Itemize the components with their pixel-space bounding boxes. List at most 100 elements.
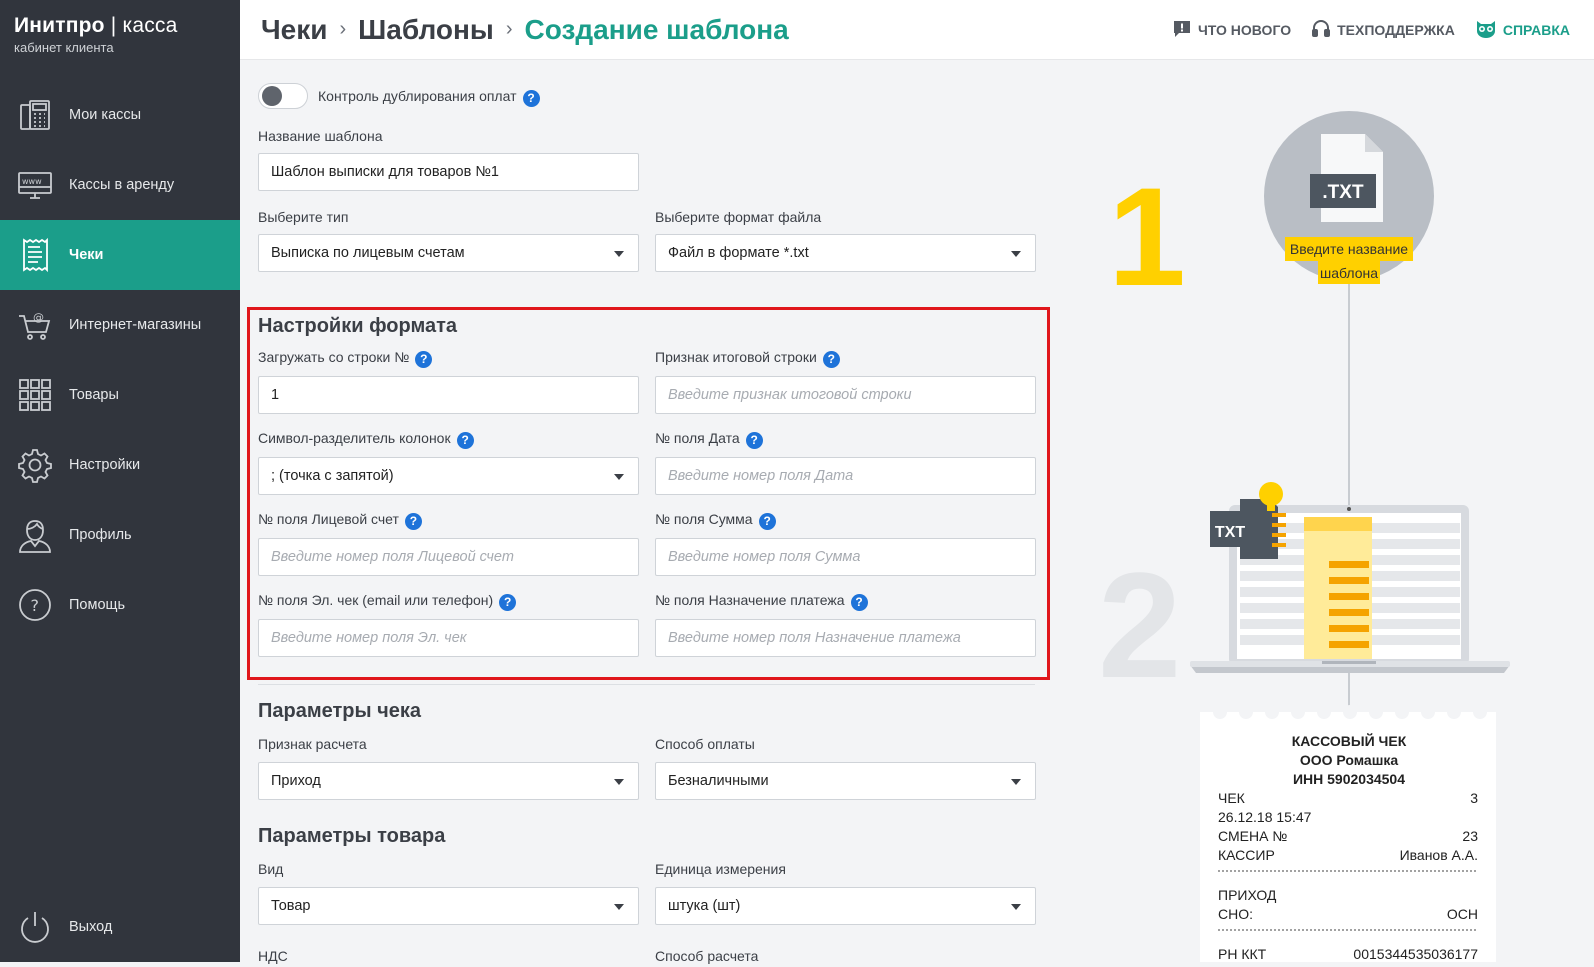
- receipt-org: ООО Ромашка: [1300, 752, 1399, 768]
- receipt-rn-label: РН ККТ: [1218, 946, 1267, 962]
- sidebar-item-label: Интернет-магазины: [69, 317, 202, 333]
- help-icon[interactable]: ?: [415, 351, 433, 368]
- separator-select-value: ; (точка с запятой): [271, 468, 394, 484]
- receipt-row-label: СМЕНА №: [1218, 828, 1287, 844]
- gear-icon: [17, 447, 53, 483]
- account-field-label: № поля Лицевой счет?: [258, 511, 422, 530]
- sum-field-input[interactable]: Введите номер поля Сумма: [655, 538, 1036, 576]
- calc-sign-select-value: Приход: [271, 773, 321, 789]
- help-icon[interactable]: ?: [758, 513, 776, 530]
- help-icon[interactable]: ?: [456, 432, 474, 449]
- owl-icon: [1475, 19, 1497, 42]
- help-label: СПРАВКА: [1502, 22, 1570, 38]
- file-format-select[interactable]: Файл в формате *.txt: [655, 234, 1036, 272]
- type-select-value: Выписка по лицевым счетам: [271, 245, 465, 261]
- support-label: ТЕХПОДДЕРЖКА: [1337, 22, 1455, 38]
- breadcrumb-separator: ›: [339, 18, 347, 40]
- type-select[interactable]: Выписка по лицевым счетам: [258, 234, 639, 272]
- receipt-sno-value: ОСН: [1447, 906, 1478, 922]
- sidebar-item-checks[interactable]: Чеки: [0, 220, 240, 290]
- unit-select[interactable]: штука (шт): [655, 887, 1036, 925]
- chat-alert-icon: [1172, 19, 1192, 42]
- sidebar-nav: Мои кассы www Кассы в аренду Чеки @ Инте…: [0, 80, 240, 640]
- purpose-field-input[interactable]: Введите номер поля Назначение платежа: [655, 619, 1036, 657]
- purpose-field-text: № поля Назначение платежа: [655, 592, 845, 608]
- start-row-label: Загружать со строки №?: [258, 349, 433, 368]
- account-field-input[interactable]: Введите номер поля Лицевой счет: [258, 538, 639, 576]
- receipt-row-value: 3: [1470, 790, 1478, 806]
- check-params-title: Параметры чека: [258, 700, 422, 722]
- help-icon[interactable]: ?: [822, 351, 840, 368]
- breadcrumb-separator: ›: [505, 18, 513, 40]
- sidebar-item-label: Помощь: [69, 597, 126, 613]
- sidebar-item-my-registers[interactable]: Мои кассы: [0, 80, 240, 150]
- payment-method-select[interactable]: Безналичными: [655, 762, 1036, 800]
- logout-button[interactable]: Выход: [0, 892, 240, 962]
- sidebar-item-help[interactable]: ? Помощь: [0, 570, 240, 640]
- help-icon[interactable]: ?: [850, 594, 868, 611]
- calc-sign-label: Признак расчета: [258, 736, 367, 752]
- template-name-input[interactable]: Шаблон выписки для товаров №1: [258, 153, 639, 191]
- type-label: Выберите тип: [258, 209, 349, 225]
- receipt-preview: КАССОВЫЙ ЧЕК ООО Ромашка ИНН 5902034504 …: [1200, 705, 1496, 967]
- sidebar-item-settings[interactable]: Настройки: [0, 430, 240, 500]
- header-links: ЧТО НОВОГО ТЕХПОДДЕРЖКА СПРАВКА: [1172, 0, 1570, 60]
- template-name-label: Название шаблона: [258, 128, 383, 144]
- total-row-label: Признак итоговой строки?: [655, 349, 840, 368]
- whats-new-link[interactable]: ЧТО НОВОГО: [1172, 19, 1291, 42]
- sidebar-item-label: Товары: [69, 387, 119, 403]
- calc-sign-select[interactable]: Приход: [258, 762, 639, 800]
- file-ext-label: .TXT: [1322, 182, 1364, 203]
- sidebar-item-profile[interactable]: Профиль: [0, 500, 240, 570]
- help-link[interactable]: СПРАВКА: [1475, 19, 1570, 42]
- tooltip-line-1: Введите название: [1290, 241, 1408, 257]
- help-icon[interactable]: ?: [499, 594, 517, 611]
- duplicate-control-toggle[interactable]: [258, 83, 308, 109]
- instruction-illustration: 1 2 .TXT Введите название шаблона TXT КА…: [1050, 61, 1594, 967]
- breadcrumb-templates[interactable]: Шаблоны: [358, 14, 494, 46]
- help-icon[interactable]: ?: [404, 513, 422, 530]
- cash-register-icon: [17, 97, 53, 133]
- brand-subtitle: кабинет клиента: [14, 40, 114, 55]
- echeck-field-input[interactable]: Введите номер поля Эл. чек: [258, 619, 639, 657]
- svg-text:@: @: [33, 311, 44, 324]
- receipt-income: ПРИХОД: [1218, 887, 1277, 903]
- date-field-label: № поля Дата?: [655, 430, 763, 449]
- date-field-text: № поля Дата: [655, 430, 740, 446]
- receipt-icon: [17, 237, 53, 273]
- www-monitor-icon: www: [17, 167, 53, 203]
- brand-divider: |: [110, 14, 117, 37]
- logout-label: Выход: [69, 919, 113, 935]
- power-icon: [17, 909, 53, 945]
- sidebar: Инитпро | касса кабинет клиента Мои касс…: [0, 0, 240, 962]
- product-kind-select[interactable]: Товар: [258, 887, 639, 925]
- payment-method-label: Способ оплаты: [655, 736, 755, 752]
- sidebar-item-products[interactable]: Товары: [0, 360, 240, 430]
- step-1-tooltip: Введите название шаблона: [1285, 237, 1413, 284]
- brand-logo: Инитпро | касса: [14, 14, 226, 38]
- laptop-txt-label: TXT: [1215, 524, 1245, 541]
- unit-label: Единица измерения: [655, 861, 786, 877]
- start-row-input[interactable]: 1: [258, 376, 639, 414]
- date-field-input[interactable]: Введите номер поля Дата: [655, 457, 1036, 495]
- receipt-sno-label: СНО:: [1218, 906, 1253, 922]
- sidebar-item-rent-registers[interactable]: www Кассы в аренду: [0, 150, 240, 220]
- support-link[interactable]: ТЕХПОДДЕРЖКА: [1311, 19, 1455, 42]
- receipt-row-label: КАССИР: [1218, 847, 1275, 863]
- file-format-select-value: Файл в формате *.txt: [668, 245, 809, 261]
- purpose-field-label: № поля Назначение платежа?: [655, 592, 868, 611]
- headset-icon: [1311, 19, 1331, 42]
- echeck-field-label: № поля Эл. чек (email или телефон)?: [258, 592, 517, 611]
- sidebar-item-online-stores[interactable]: @ Интернет-магазины: [0, 290, 240, 360]
- brand[interactable]: Инитпро | касса кабинет клиента: [0, 0, 240, 80]
- illustration-graphic: 1 2 .TXT Введите название шаблона TXT КА…: [1098, 111, 1510, 967]
- highlighted-column: [1304, 517, 1372, 659]
- total-row-input[interactable]: Введите признак итоговой строки: [655, 376, 1036, 414]
- help-icon[interactable]: ?: [522, 90, 540, 107]
- sidebar-item-label: Кассы в аренду: [69, 177, 175, 193]
- page-header: Чеки › Шаблоны › Создание шаблона ЧТО НО…: [240, 0, 1594, 60]
- separator-select[interactable]: ; (точка с запятой): [258, 457, 639, 495]
- total-row-text: Признак итоговой строки: [655, 349, 817, 365]
- help-icon[interactable]: ?: [745, 432, 763, 449]
- breadcrumb-checks[interactable]: Чеки: [261, 14, 327, 46]
